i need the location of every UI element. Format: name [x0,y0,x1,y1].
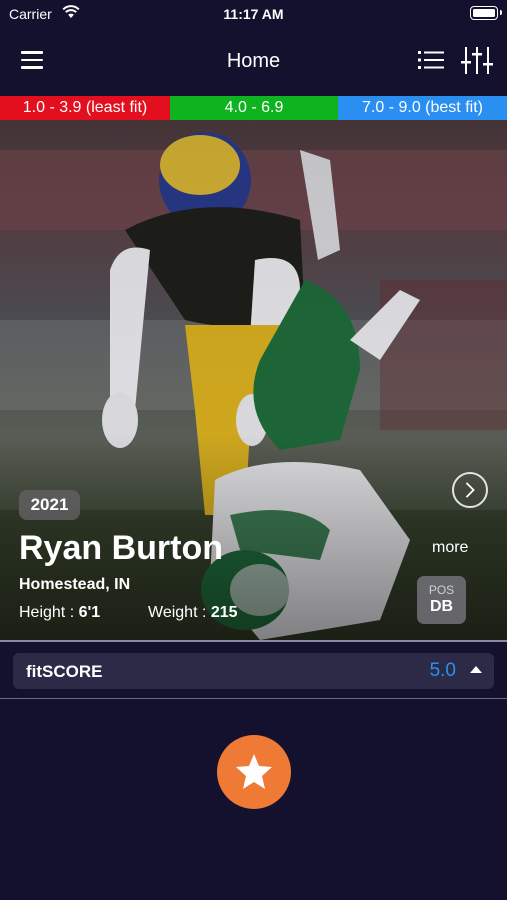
player-height: Height : 6'1 [19,604,100,622]
section-divider [0,698,507,699]
fit-scale-least: 1.0 - 3.9 (least fit) [0,96,170,120]
class-year-badge: 2021 [19,490,80,520]
fit-scale-legend: 1.0 - 3.9 (least fit) 4.0 - 6.9 7.0 - 9.… [0,96,507,120]
favorite-button[interactable] [217,735,291,809]
fit-scale-best: 7.0 - 9.0 (best fit) [338,96,507,120]
fitscore-toggle[interactable]: fitSCORE 5.0 [13,653,494,689]
weight-value: 215 [210,604,238,621]
player-weight: Weight : 215 [148,604,238,622]
fit-scale-mid: 4.0 - 6.9 [170,96,338,120]
player-name: Ryan Burton [19,529,223,567]
section-divider [0,640,507,642]
caret-up-icon[interactable] [470,666,482,673]
status-time: 11:17 AM [223,6,284,22]
position-value: DB [429,598,454,615]
fitscore-label: fitSCORE [26,662,103,681]
weight-label: Weight : [148,604,211,621]
fitscore-value: 5.0 [429,660,456,681]
chevron-right-circle-icon[interactable] [452,472,488,508]
position-badge: POS DB [417,576,466,624]
battery-icon [470,6,502,20]
status-bar: Carrier 11:17 AM [0,0,507,28]
list-icon[interactable] [418,50,444,70]
filter-sliders-icon[interactable] [461,47,493,74]
height-value: 6'1 [78,604,101,621]
top-navbar: Home [0,28,507,96]
position-label: POS [428,583,455,597]
star-icon [236,754,272,789]
height-label: Height : [19,604,79,621]
more-link[interactable]: more [432,539,468,557]
player-location: Homestead, IN [19,576,131,593]
